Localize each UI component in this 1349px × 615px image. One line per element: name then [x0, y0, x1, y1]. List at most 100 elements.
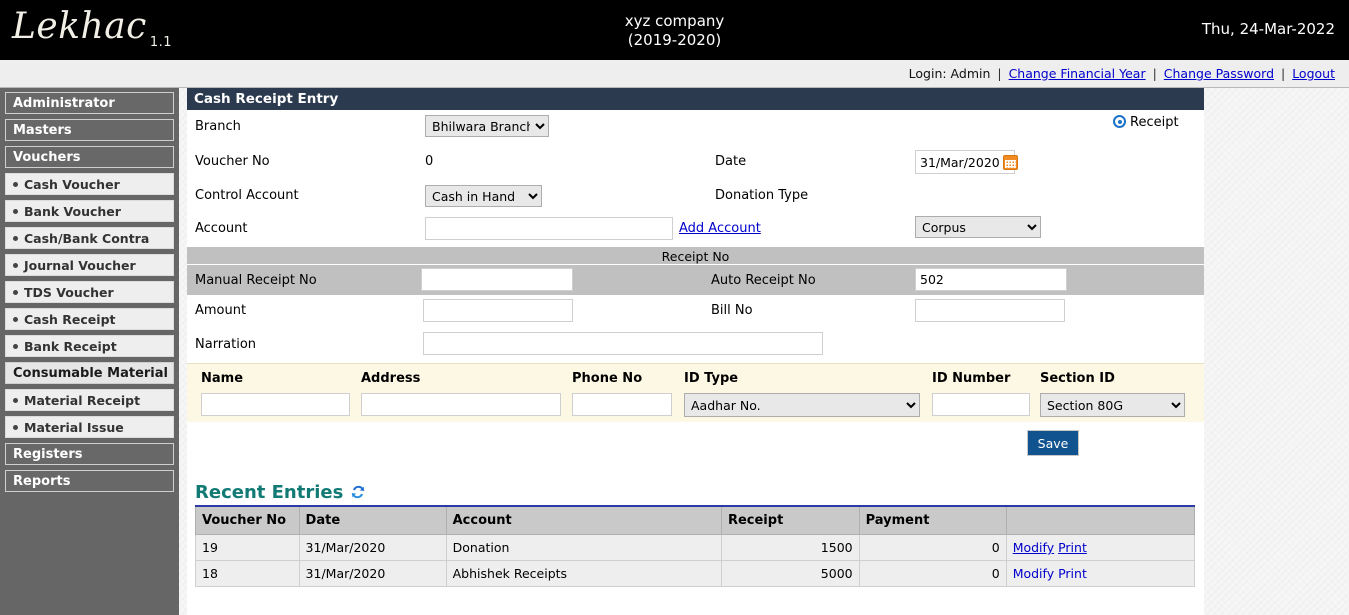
separator-2: | [1152, 66, 1157, 81]
print-link[interactable]: Print [1058, 540, 1087, 555]
bill-no-input[interactable] [915, 299, 1065, 322]
branch-select[interactable]: Bhilwara Branch [425, 115, 549, 137]
login-user-label: Login: Admin [908, 66, 991, 81]
sidebar-item-masters[interactable]: Masters [5, 119, 174, 141]
sidebar-label: Cash/Bank Contra [24, 231, 150, 246]
sidebar-label: Bank Voucher [24, 204, 121, 219]
account-label: Account [195, 221, 248, 236]
sidebar-item-bank-receipt[interactable]: Bank Receipt [5, 335, 174, 357]
col-actions [1005, 505, 1196, 535]
bullet-icon [13, 344, 18, 349]
sidebar-nav: Administrator Masters Vouchers Cash Vouc… [0, 88, 179, 615]
app-logo: Lekhac 1.1 [12, 6, 172, 50]
voucher-no-value: 0 [425, 154, 434, 169]
form-row-account: Account Add Account [187, 214, 1204, 246]
company-info: xyz company (2019-2020) [0, 12, 1349, 50]
recent-entries-title: Recent Entries [195, 482, 344, 503]
receipt-radio-icon[interactable] [1113, 115, 1126, 128]
cell-actions: Modify Print [1005, 560, 1196, 587]
donor-id-type-label: ID Type [684, 371, 739, 386]
donation-type-label: Donation Type [715, 188, 809, 203]
donor-phone-input[interactable] [572, 393, 672, 416]
donor-section-id-select[interactable]: Section 80G [1040, 393, 1185, 417]
narration-label: Narration [195, 337, 257, 352]
sidebar-item-cash-receipt[interactable]: Cash Receipt [5, 308, 174, 330]
amount-label: Amount [195, 303, 247, 318]
change-password-link[interactable]: Change Password [1164, 66, 1274, 81]
cell-date: 31/Mar/2020 [298, 560, 447, 587]
company-name: xyz company [624, 12, 725, 30]
sidebar-label: Material Receipt [24, 393, 141, 408]
bullet-icon [13, 317, 18, 322]
cell-receipt: 1500 [720, 534, 860, 561]
control-account-select[interactable]: Cash in Hand [425, 185, 542, 207]
voucher-no-label: Voucher No [195, 154, 270, 169]
sidebar-item-material-receipt[interactable]: Material Receipt [5, 389, 174, 411]
form-row-voucher-no: Voucher No 0 Date 31/Mar/2020 [187, 146, 1204, 180]
manual-receipt-no-input[interactable] [421, 268, 573, 291]
sidebar-item-cash-bank-contra[interactable]: Cash/Bank Contra [5, 227, 174, 249]
manual-receipt-no-label: Manual Receipt No [195, 273, 317, 288]
donor-address-label: Address [361, 371, 421, 386]
modify-link[interactable]: Modify [1013, 540, 1054, 555]
change-financial-year-link[interactable]: Change Financial Year [1009, 66, 1146, 81]
calendar-icon[interactable] [1002, 154, 1018, 170]
donor-id-type-select[interactable]: Aadhar No. [684, 393, 920, 417]
sidebar-item-registers[interactable]: Registers [5, 443, 174, 465]
sidebar-item-tds-voucher[interactable]: TDS Voucher [5, 281, 174, 303]
donor-id-number-label: ID Number [932, 371, 1011, 386]
modify-link[interactable]: Modify [1013, 566, 1054, 581]
sidebar-label: Administrator [13, 96, 115, 111]
sidebar-label: Material Issue [24, 420, 124, 435]
receipt-radio-group[interactable]: Receipt [1113, 115, 1179, 130]
narration-input[interactable] [423, 332, 823, 355]
donor-phone-label: Phone No [572, 371, 643, 386]
sidebar-item-cash-voucher[interactable]: Cash Voucher [5, 173, 174, 195]
sidebar-item-administrator[interactable]: Administrator [5, 92, 174, 114]
col-payment: Payment [858, 505, 1007, 535]
donor-id-number-input[interactable] [932, 393, 1030, 416]
table-row: 18 31/Mar/2020 Abhishek Receipts 5000 0 … [195, 560, 1196, 587]
print-link[interactable]: Print [1058, 566, 1087, 581]
cell-actions: Modify Print [1005, 534, 1196, 561]
sidebar-item-reports[interactable]: Reports [5, 470, 174, 492]
sidebar-item-journal-voucher[interactable]: Journal Voucher [5, 254, 174, 276]
save-button[interactable]: Save [1027, 430, 1079, 456]
branch-label: Branch [195, 119, 241, 134]
form-row-narration: Narration [187, 329, 1204, 363]
cell-date: 31/Mar/2020 [298, 534, 447, 561]
sidebar-item-bank-voucher[interactable]: Bank Voucher [5, 200, 174, 222]
sidebar-item-material-issue[interactable]: Material Issue [5, 416, 174, 438]
sidebar-label: Bank Receipt [24, 339, 117, 354]
sidebar-label: Cash Voucher [24, 177, 120, 192]
sidebar-item-vouchers[interactable]: Vouchers [5, 146, 174, 168]
refresh-icon[interactable] [349, 483, 367, 501]
donor-details-section: Name Address Phone No ID Type Aadhar No.… [187, 363, 1204, 422]
cell-payment: 0 [858, 534, 1007, 561]
logout-link[interactable]: Logout [1292, 66, 1335, 81]
current-date: Thu, 24-Mar-2022 [1201, 20, 1335, 38]
sidebar-label: Masters [13, 123, 72, 138]
donor-address-input[interactable] [361, 393, 561, 416]
table-header-row: Voucher No Date Account Receipt Payment [195, 505, 1196, 535]
form-row-receipt-numbers: Manual Receipt No Auto Receipt No [187, 265, 1204, 295]
receipt-radio-label: Receipt [1130, 115, 1179, 130]
date-value: 31/Mar/2020 [920, 154, 1000, 170]
amount-input[interactable] [423, 299, 573, 322]
sidebar-label: TDS Voucher [24, 285, 114, 300]
donor-name-input[interactable] [201, 393, 350, 416]
cell-account: Donation [445, 534, 722, 561]
recent-entries-header: Recent Entries [187, 470, 1204, 505]
cash-receipt-form: Branch Bhilwara Branch Receipt Voucher N… [187, 110, 1204, 470]
form-row-branch: Branch Bhilwara Branch Receipt [187, 110, 1204, 146]
form-row-control-account: Control Account Cash in Hand Donation Ty… [187, 180, 1204, 238]
date-field[interactable]: 31/Mar/2020 [915, 150, 1018, 174]
form-row-amount: Amount Bill No [187, 295, 1204, 329]
bullet-icon [13, 263, 18, 268]
account-input[interactable] [425, 217, 673, 240]
auto-receipt-no-input[interactable] [915, 268, 1067, 291]
cell-receipt: 5000 [720, 560, 860, 587]
sidebar-item-consumable-material[interactable]: Consumable Material [5, 362, 174, 384]
cell-payment: 0 [858, 560, 1007, 587]
add-account-link[interactable]: Add Account [679, 221, 761, 236]
